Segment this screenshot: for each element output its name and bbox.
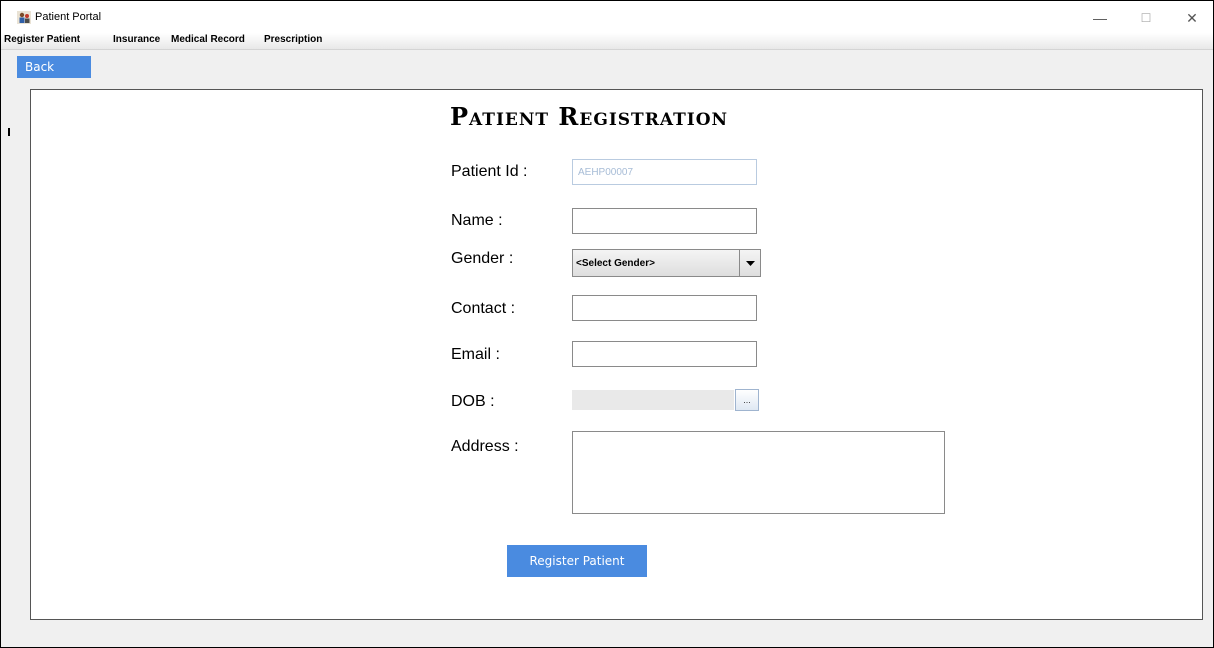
back-button[interactable]: Back [17,56,91,78]
app-window: Patient Portal — ☐ ✕ Register Patient In… [0,0,1214,648]
gender-label: Gender : [451,250,514,267]
dob-picker-button[interactable]: ... [735,389,759,411]
menu-medical-record[interactable]: Medical Record [171,34,245,45]
minimize-button[interactable]: — [1077,7,1123,29]
contact-input[interactable] [572,295,757,321]
email-input[interactable] [572,341,757,367]
window-title: Patient Portal [35,11,102,23]
patient-id-label: Patient Id : [451,163,528,180]
divider-mark [8,128,10,136]
register-patient-button[interactable]: Register Patient [507,545,647,577]
dob-field[interactable] [572,390,734,410]
address-input[interactable] [572,431,945,514]
page-title: Patient Registration [450,102,729,131]
chevron-down-icon[interactable] [739,250,760,276]
contact-label: Contact : [451,300,516,317]
gender-select-value: <Select Gender> [576,258,655,269]
app-icon [17,11,31,24]
gender-select[interactable]: <Select Gender> [572,249,761,277]
menu-register-patient[interactable]: Register Patient [4,34,80,45]
patient-id-field [572,159,757,185]
title-bar: Patient Portal — ☐ ✕ [1,1,1213,33]
dob-label: DOB : [451,393,495,410]
menu-bar: Register Patient Insurance Medical Recor… [1,33,1213,50]
address-label: Address : [451,438,519,455]
close-button[interactable]: ✕ [1169,7,1213,29]
maximize-button[interactable]: ☐ [1123,7,1169,29]
menu-prescription[interactable]: Prescription [264,34,322,45]
registration-panel: Patient Registration Patient Id : Name :… [30,89,1203,620]
email-label: Email : [451,346,500,363]
name-input[interactable] [572,208,757,234]
menu-insurance[interactable]: Insurance [113,34,160,45]
name-label: Name : [451,212,503,229]
